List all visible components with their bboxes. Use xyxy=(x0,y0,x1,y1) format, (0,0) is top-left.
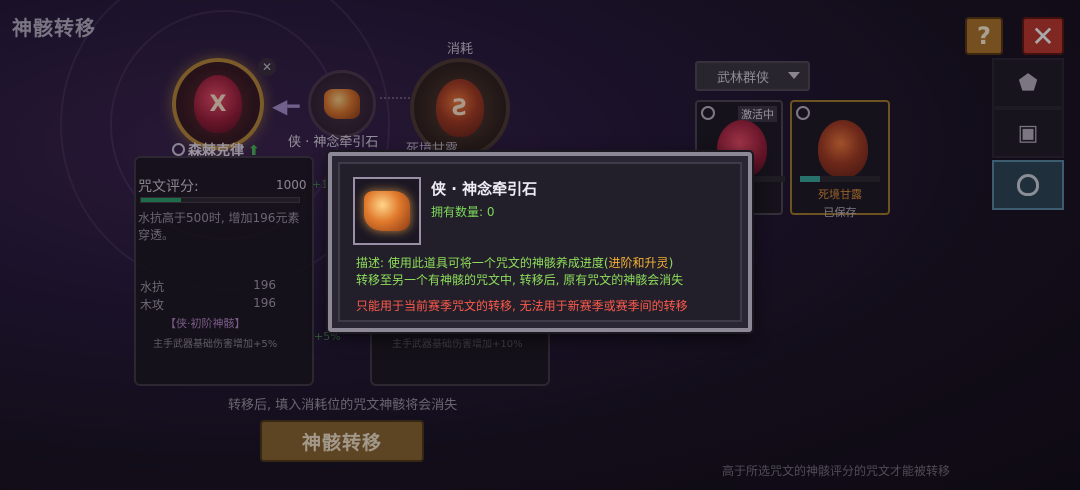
stat-row: 木攻 196 xyxy=(140,296,276,313)
traction-stone-icon xyxy=(364,191,410,231)
stat-value: 196 xyxy=(253,296,276,310)
item-slot[interactable] xyxy=(308,70,376,138)
category-dropdown[interactable]: 武林群侠 xyxy=(695,61,810,91)
help-button[interactable]: ? xyxy=(965,17,1003,55)
transfer-arrow-icon: ◀━ xyxy=(272,94,300,118)
transfer-button[interactable]: 神骸转移 xyxy=(260,420,424,462)
desc-highlight: 进阶和升灵 xyxy=(608,256,669,270)
weapon-icon: ⬟ xyxy=(1018,70,1038,96)
chevron-down-icon xyxy=(788,72,800,79)
rune-ring-icon xyxy=(172,143,185,156)
stat-label: 水抗 xyxy=(140,280,165,294)
desc-prefix: 描述: 使用此道具可将一个咒文的神骸养成进度( xyxy=(356,256,609,270)
tab-rune[interactable] xyxy=(992,160,1064,210)
remove-rune-icon[interactable]: ✕ xyxy=(258,58,276,76)
rune-score-value: 1000 xyxy=(276,178,307,192)
desc-line2: 转移至另一个有神骸的咒文中, 转移后, 原有咒文的神骸会消失 xyxy=(356,273,684,287)
armor-icon: ▣ xyxy=(1017,120,1039,146)
source-rune-slot[interactable]: X xyxy=(172,58,264,150)
dropdown-value: 武林群侠 xyxy=(717,70,770,86)
score-progress-bar xyxy=(140,197,300,203)
consume-label: 消耗 xyxy=(447,42,474,57)
score-diff-label: +1 xyxy=(312,178,329,191)
traction-stone-icon xyxy=(324,89,360,119)
slot-progress-fill xyxy=(800,176,820,182)
transfer-hint: 转移后, 填入消耗位的咒文神骸将会消失 xyxy=(228,398,458,413)
tooltip-item-icon-frame xyxy=(353,177,421,245)
rune-ring-icon xyxy=(796,106,810,120)
rune-gem-icon xyxy=(818,120,868,178)
desc-suffix: ) xyxy=(668,256,674,270)
rune-name: 死境甘露 xyxy=(818,188,862,201)
stat-row: 水抗 196 xyxy=(140,278,276,295)
rune-ring-icon xyxy=(701,106,715,120)
source-rune-gem-icon: X xyxy=(194,75,242,133)
rune-icon xyxy=(1017,174,1039,196)
rune-list-item[interactable]: 死境甘露 已保存 xyxy=(790,100,890,219)
tab-weapon[interactable]: ⬟ xyxy=(992,58,1064,108)
stat-label: 木攻 xyxy=(140,298,165,312)
rune-tier-tag: 【侠·初阶神骸】 xyxy=(165,317,246,330)
consume-rune-gem-icon: Ƨ xyxy=(436,79,484,137)
tooltip-title: 侠 · 神念牵引石 xyxy=(431,180,538,198)
tooltip-warning: 只能用于当前赛季咒文的转移, 无法用于新赛季或赛季间的转移 xyxy=(356,299,688,313)
rune-glyph: X xyxy=(209,91,227,117)
rune-glyph: Ƨ xyxy=(452,95,468,121)
eligibility-hint: 高于所选咒文的神骸评分的咒文才能被转移 xyxy=(722,464,951,478)
close-button[interactable]: ✕ xyxy=(1022,17,1064,55)
page-title: 神骸转移 xyxy=(12,16,96,40)
rune-bonus-text: 主手武器基础伤害增加+5% xyxy=(153,339,278,350)
consume-rune-bonus-text: 主手武器基础伤害增加+10% xyxy=(392,339,523,350)
stat-value: 196 xyxy=(253,278,276,292)
tooltip-description: 描述: 使用此道具可将一个咒文的神骸养成进度(进阶和升灵) 转移至另一个有神骸的… xyxy=(356,255,736,289)
rune-score-label: 咒文评分: xyxy=(138,179,199,195)
rune-description: 水抗高于500时, 增加196元素穿透。 xyxy=(138,211,300,242)
score-progress-fill xyxy=(141,198,181,202)
slot-progress-bar xyxy=(800,176,880,182)
tooltip-owned-count: 拥有数量: 0 xyxy=(431,205,495,219)
rune-status: 已保存 xyxy=(823,206,857,219)
connector-dots xyxy=(380,97,410,99)
tab-armor[interactable]: ▣ xyxy=(992,108,1064,158)
item-name: 侠 · 神念牵引石 xyxy=(288,135,379,150)
